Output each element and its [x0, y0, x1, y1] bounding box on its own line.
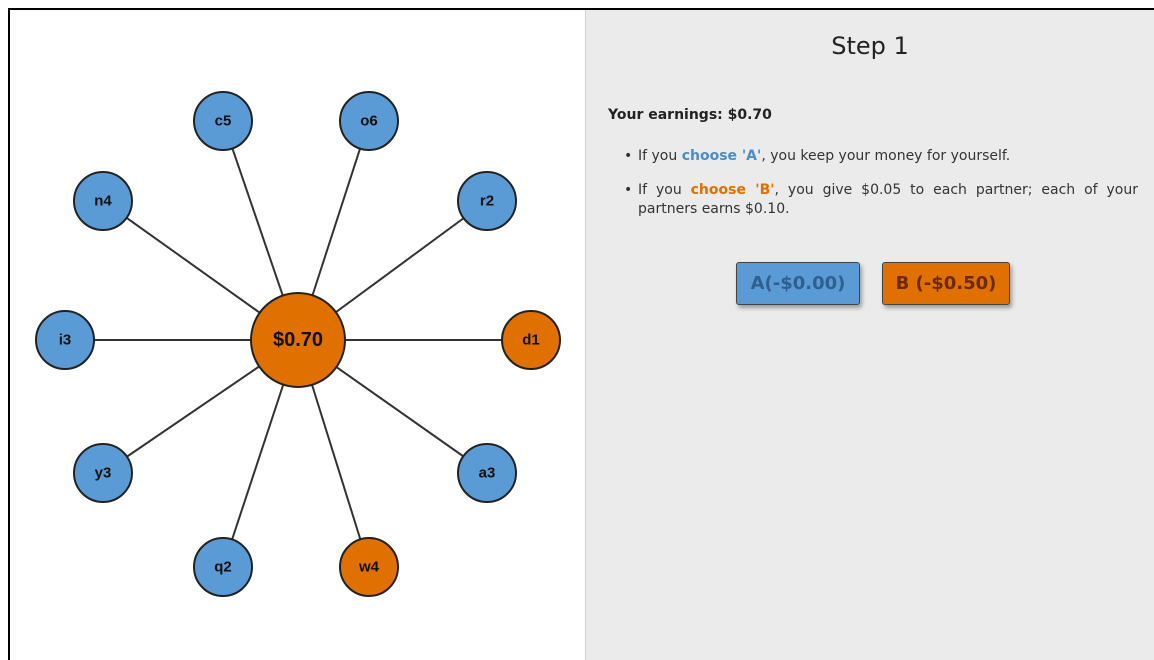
- node-d1-label: d1: [522, 332, 540, 349]
- node-w4: w4: [339, 537, 399, 597]
- node-self-label: $0.70: [273, 329, 323, 351]
- node-d1: d1: [501, 310, 561, 370]
- node-r2-label: r2: [480, 193, 494, 210]
- node-q2-label: q2: [214, 559, 232, 576]
- node-y3: y3: [73, 443, 133, 503]
- node-c5-label: c5: [215, 113, 232, 130]
- rule-a-highlight: choose 'A': [681, 148, 762, 164]
- node-o6: o6: [339, 91, 399, 151]
- node-n4-label: n4: [94, 193, 112, 210]
- earnings-text: Your earnings: $0.70: [608, 107, 772, 123]
- rules-list: If you choose 'A', you keep your money f…: [624, 147, 1138, 234]
- node-y3-label: y3: [95, 465, 112, 482]
- choose-a-button[interactable]: A(-$0.00): [736, 262, 860, 305]
- node-a3-label: a3: [479, 465, 496, 482]
- node-r2: r2: [457, 171, 517, 231]
- node-n4: n4: [73, 171, 133, 231]
- rule-b-highlight: choose 'B': [690, 182, 775, 198]
- node-o6-label: o6: [360, 113, 378, 130]
- node-w4-label: w4: [358, 559, 380, 576]
- rule-b-prefix: If you: [638, 182, 691, 198]
- network-panel: c5 o6 r2 d1 a3 w4 q2 y3 i3 n4 $0.70: [10, 10, 586, 660]
- info-panel: Step 1 Your earnings: $0.70 If you choos…: [586, 10, 1154, 660]
- node-a3: a3: [457, 443, 517, 503]
- app-frame: c5 o6 r2 d1 a3 w4 q2 y3 i3 n4 $0.70 Step 1 Your ea…: [8, 8, 1154, 660]
- node-i3-label: i3: [59, 332, 72, 349]
- rule-a: If you choose 'A', you keep your money f…: [624, 147, 1138, 166]
- network-nodes: c5 o6 r2 d1 a3 w4 q2 y3 i3 n4 $0.70: [35, 91, 561, 597]
- node-i3: i3: [35, 310, 95, 370]
- rule-a-prefix: If you: [638, 148, 682, 164]
- step-title: Step 1: [831, 32, 909, 60]
- choose-b-button[interactable]: B (-$0.50): [882, 262, 1010, 305]
- network-graph: c5 o6 r2 d1 a3 w4 q2 y3 i3 n4 $0.70: [35, 91, 561, 597]
- node-self: $0.70: [250, 292, 346, 388]
- rule-b: If you choose 'B', you give $0.05 to eac…: [624, 181, 1138, 219]
- node-c5: c5: [193, 91, 253, 151]
- rule-a-suffix: , you keep your money for yourself.: [761, 148, 1011, 164]
- node-q2: q2: [193, 537, 253, 597]
